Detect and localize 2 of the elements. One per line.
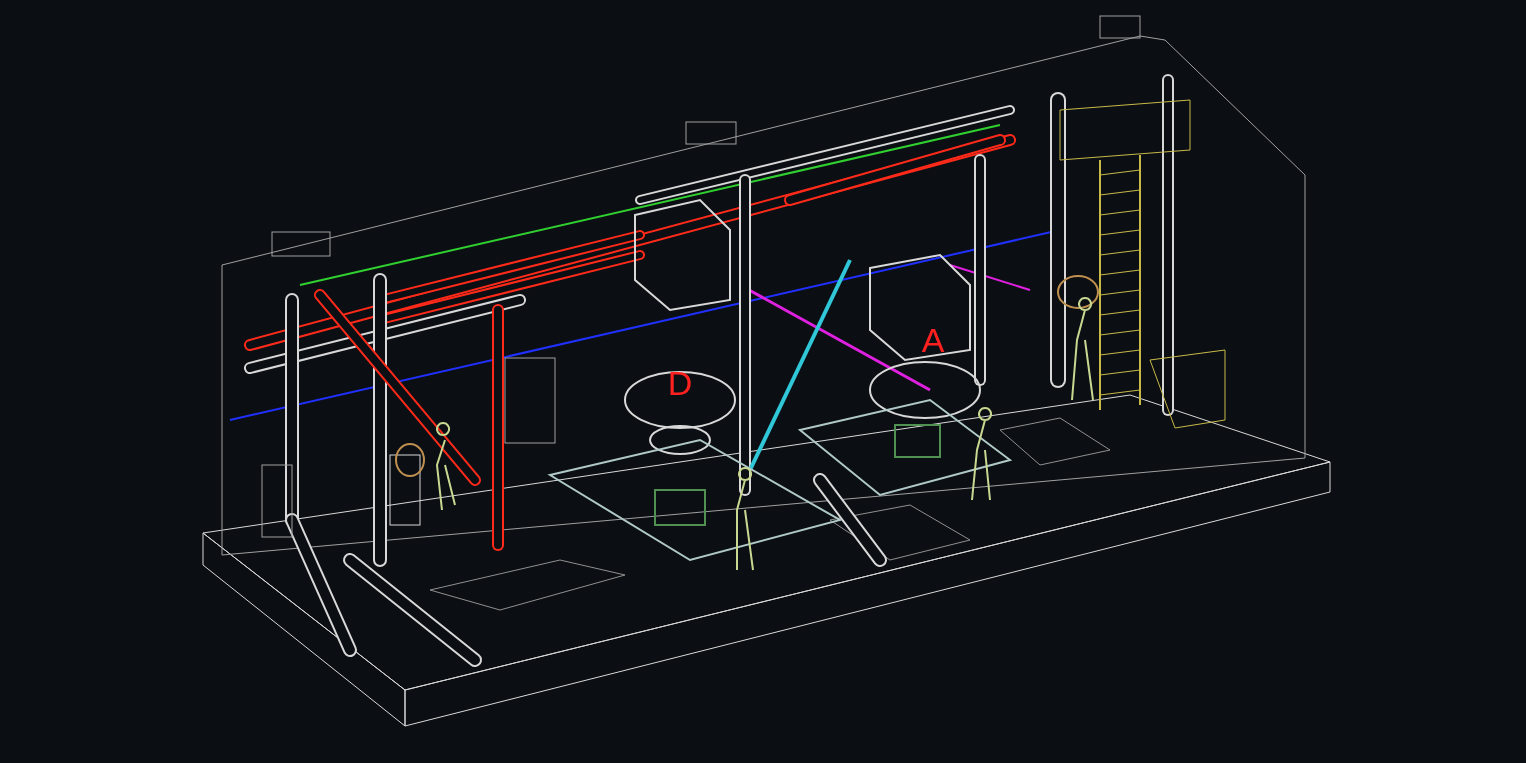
- equipment-label: A: [921, 321, 945, 359]
- equipment-label: D: [667, 364, 693, 402]
